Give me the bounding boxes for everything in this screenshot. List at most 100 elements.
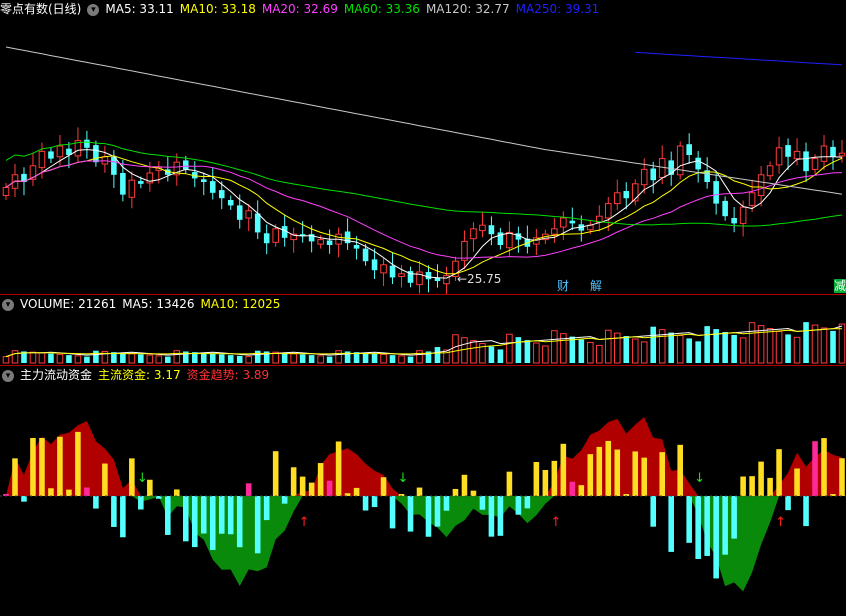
volume-bar (524, 340, 531, 363)
candle (120, 173, 126, 195)
flow-bar-negative (281, 496, 288, 504)
flow-bar-positive (641, 457, 648, 496)
candle (775, 147, 783, 166)
volume-bar (731, 334, 737, 363)
flow-bar-positive (299, 476, 306, 496)
volume-bar (245, 356, 252, 364)
volume-bar (604, 329, 612, 364)
candle (658, 158, 666, 179)
volume-bar (434, 347, 441, 363)
volume-bar (793, 336, 801, 364)
event-tag-unlock[interactable]: 解 (590, 279, 602, 293)
flow-bar-positive (66, 489, 72, 496)
candle (668, 160, 674, 175)
flow-bar-positive (560, 443, 567, 496)
volume-bar (209, 353, 216, 363)
flow-bar-negative (515, 496, 522, 515)
candle (461, 240, 468, 261)
flow-bar-negative (263, 496, 270, 521)
candle (811, 158, 819, 170)
volume-bar (380, 353, 387, 364)
flow-bar-positive (84, 487, 90, 496)
volume-bar (739, 337, 747, 364)
candle (425, 272, 432, 280)
candle (748, 192, 756, 206)
volume-bar (587, 341, 594, 364)
money-flow-plot[interactable]: ↓ ↑ ↓ ↑ ↓ ↑ (0, 366, 846, 616)
candle (84, 139, 90, 148)
candle (209, 181, 216, 193)
volume-bar (515, 337, 522, 363)
candle (353, 245, 360, 249)
candle (838, 152, 846, 157)
candle (236, 205, 243, 220)
candle (362, 248, 369, 262)
flow-bar-negative (21, 496, 27, 502)
event-tag-reduce[interactable]: 减 (834, 279, 846, 293)
flow-bar-negative (704, 496, 710, 556)
volume-bar (165, 356, 171, 363)
flow-bar-negative (668, 496, 674, 552)
flow-bar-positive (452, 488, 459, 496)
volume-bar (362, 352, 369, 363)
flow-bar-positive (749, 476, 755, 496)
ma-legend-item-2: MA20: 32.69 (261, 2, 338, 16)
candle (380, 264, 387, 274)
flow-bar-positive (506, 471, 513, 496)
volume-bar (317, 355, 324, 364)
volume-bar (775, 330, 783, 364)
collapse-icon[interactable]: ▾ (2, 369, 14, 382)
candle (38, 150, 46, 169)
candle (254, 213, 261, 233)
flow-bar-negative (425, 496, 432, 537)
flow-bar-negative (200, 496, 207, 534)
flow-bar-positive (129, 458, 135, 496)
flow-bar-negative (731, 496, 737, 539)
volume-bar (48, 353, 54, 363)
flow-bar-positive (317, 463, 324, 496)
candle (803, 151, 809, 172)
candle (317, 239, 324, 245)
candle (713, 181, 719, 204)
volume-legend-item-0: VOLUME: 21261 (20, 297, 117, 311)
flow-bar-negative (93, 496, 99, 509)
flow-bar-positive (659, 452, 666, 496)
ma-legend-item-4: MA120: 32.77 (425, 2, 510, 16)
volume-panel[interactable]: ▾ VOLUME: 21261 MA5: 13426 MA10: 12025 (0, 295, 846, 365)
flow-bar-negative (650, 496, 657, 527)
volume-legend-item-1: MA5: 13426 (122, 297, 195, 311)
candle (506, 231, 513, 249)
candlestick-plot[interactable] (0, 0, 846, 294)
flow-bar-positive (605, 440, 612, 496)
volume-bar (254, 350, 261, 363)
collapse-icon[interactable]: ▾ (87, 3, 100, 16)
candle (785, 145, 791, 157)
flow-bar-positive (48, 488, 54, 496)
flow-bar-positive (39, 437, 45, 496)
volume-bar (722, 332, 728, 363)
flow-bar-negative (371, 496, 378, 508)
volume-bar (416, 350, 423, 364)
price-panel[interactable]: 零点有数(日线) ▾ MA5: 33.11 MA10: 33.18 MA20: 32.6… (0, 0, 846, 294)
candle (560, 217, 567, 228)
candle (830, 146, 836, 157)
volume-legend: VOLUME: 21261 MA5: 13426 MA10: 12025 (20, 297, 286, 311)
ma-legend: MA5: 33.11 MA10: 33.18 MA20: 32.69 MA60: 33… (105, 2, 605, 16)
money-flow-panel[interactable]: ▾ 主力流动资金 主流资金: 3.17 资金趋势: 3.89 ↓ ↑ ↓ ↑ ↓ ↑ (0, 366, 846, 616)
flow-bar-positive (75, 431, 81, 496)
collapse-icon[interactable]: ▾ (2, 298, 14, 311)
flow-bar-positive (542, 469, 549, 496)
flow-bar-negative (138, 496, 144, 510)
candle (326, 240, 333, 245)
volume-bar (631, 338, 639, 364)
volume-bar (299, 354, 306, 363)
volume-bar (389, 355, 396, 363)
flow-bar-positive (632, 451, 639, 496)
event-tag-finance[interactable]: 财 (557, 279, 569, 293)
flow-bar-positive (335, 441, 342, 496)
flow-bar-negative (479, 496, 486, 510)
volume-bar (93, 350, 99, 363)
volume-bar (695, 341, 701, 363)
volume-bar (838, 323, 846, 364)
flow-bar-negative (686, 496, 692, 543)
